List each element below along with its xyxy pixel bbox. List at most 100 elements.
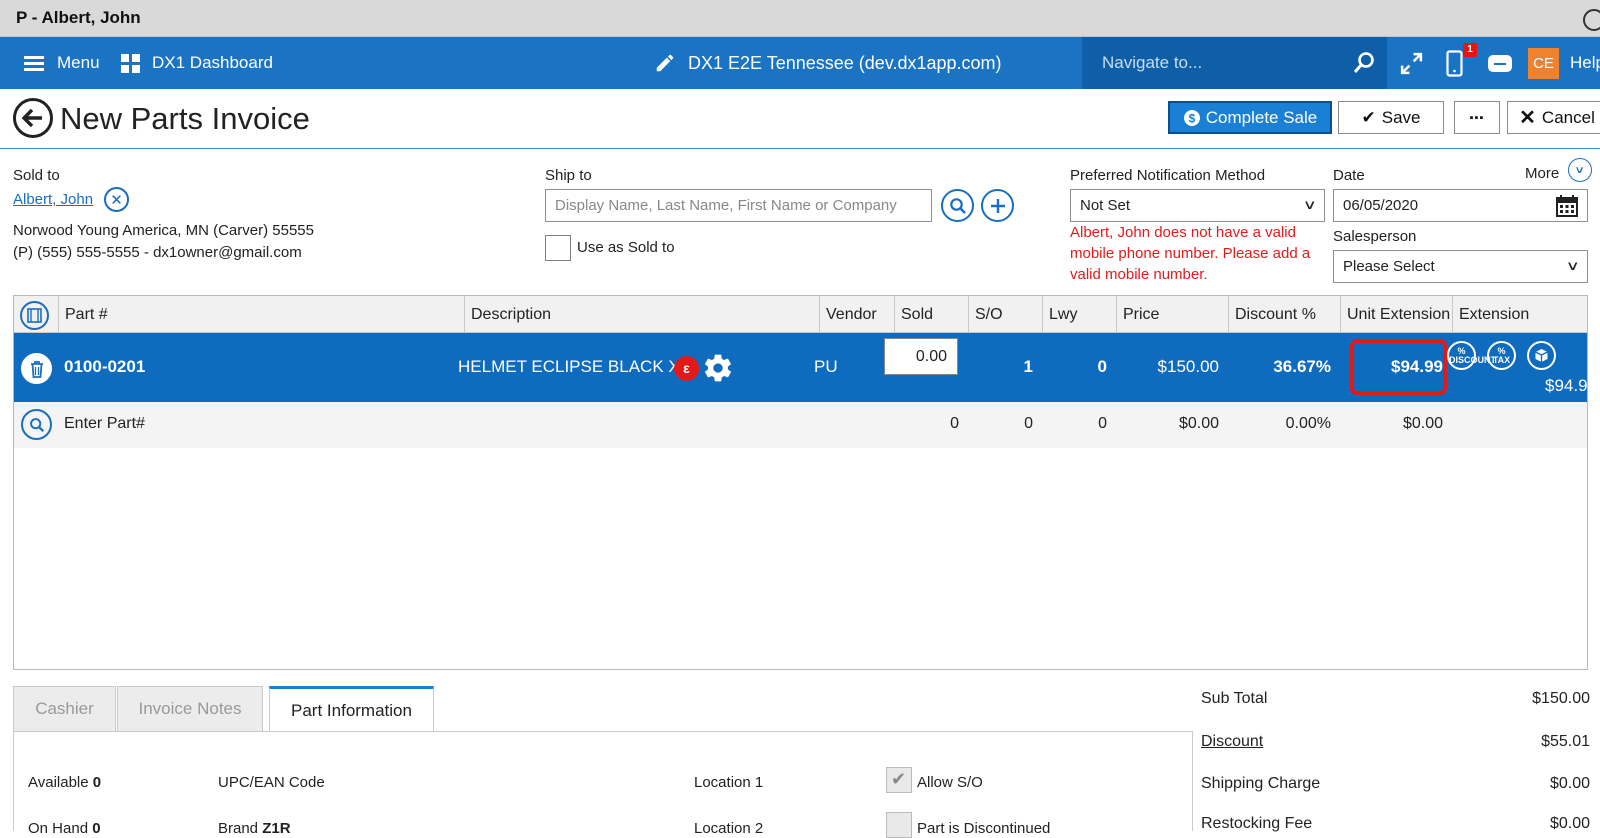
menu-button[interactable]: Menu [24, 37, 100, 89]
new-row-sold: 0 [950, 415, 959, 432]
location1-label: Location 1 [694, 774, 764, 791]
more-actions-button[interactable]: ▪▪▪ [1454, 101, 1500, 134]
subtotal-value: $150.00 [1532, 690, 1590, 707]
tax-button[interactable]: % TAX [1487, 341, 1516, 370]
arrow-left-icon [21, 108, 42, 128]
chat-icon[interactable] [1487, 53, 1513, 75]
ship-to-search-button[interactable] [941, 189, 974, 222]
tab-cashier[interactable]: Cashier [13, 686, 116, 732]
hamburger-icon [24, 53, 44, 74]
ellipsis-icon: ▪▪▪ [1469, 111, 1485, 124]
tab-invoice-notes[interactable]: Invoice Notes [117, 686, 263, 732]
cancel-button[interactable]: ✕ Cancel [1507, 101, 1600, 134]
page-header: New Parts Invoice $ Complete Sale ✔ Save… [0, 89, 1600, 149]
sold-qty-input[interactable]: 0.00 [884, 338, 958, 375]
use-as-sold-to-checkbox[interactable] [545, 235, 571, 261]
allow-so-checkbox[interactable]: ✔ [886, 767, 912, 793]
column-chooser-button[interactable] [20, 301, 49, 330]
shipping-value: $0.00 [1549, 775, 1590, 792]
chevron-down-icon: ∨ [1566, 258, 1581, 273]
new-row-lwy: 0 [1098, 415, 1107, 432]
notification-badge: 1 [1463, 43, 1477, 57]
dashboard-link[interactable]: DX1 Dashboard [121, 37, 273, 89]
date-label: Date [1333, 167, 1365, 184]
new-row-unit-extension: $0.00 [1402, 415, 1443, 432]
trash-icon [30, 360, 43, 378]
dashboard-grid-icon [121, 53, 140, 73]
ship-to-add-button[interactable] [981, 189, 1014, 222]
discount-button[interactable]: % DISCOUNT [1447, 341, 1496, 370]
navigate-input[interactable] [1102, 51, 1332, 75]
user-avatar[interactable]: CE [1528, 48, 1559, 79]
clear-customer-button[interactable]: ✕ [104, 187, 129, 212]
chevron-down-icon: ∨ [1303, 197, 1318, 212]
col-vendor[interactable]: Vendor [819, 296, 894, 333]
complete-sale-label: Complete Sale [1205, 107, 1318, 127]
restocking-value: $0.00 [1549, 815, 1590, 832]
onhand-label: On Hand [28, 820, 89, 837]
sold-to-address: Norwood Young America, MN (Carver) 55555 [13, 222, 314, 239]
col-price[interactable]: Price [1116, 296, 1228, 333]
dealer-selector[interactable]: DX1 E2E Tennessee (dev.dx1app.com) [654, 37, 1002, 89]
restocking-label: Restocking Fee [1201, 815, 1313, 832]
calendar-icon[interactable] [1555, 194, 1579, 218]
expand-icon[interactable] [1399, 51, 1424, 76]
menu-label: Menu [57, 53, 100, 72]
discontinued-checkbox[interactable] [886, 812, 912, 838]
col-lwy[interactable]: Lwy [1042, 296, 1116, 333]
available-label: Available [28, 774, 89, 791]
col-part-number[interactable]: Part # [58, 296, 464, 333]
delete-row-button[interactable] [21, 353, 52, 384]
discount-link[interactable]: Discount [1201, 733, 1263, 751]
row-extension: $94.99 [1545, 376, 1597, 395]
package-button[interactable] [1527, 341, 1556, 370]
check-icon: ✔ [891, 769, 907, 789]
ship-to-input[interactable]: Display Name, Last Name, First Name or C… [545, 189, 932, 222]
location2-label: Location 2 [694, 820, 764, 837]
salesperson-select[interactable]: Please Select ∨ [1333, 250, 1588, 283]
use-as-sold-to-label: Use as Sold to [577, 239, 675, 256]
onhand-value: 0 [92, 820, 101, 837]
date-value: 06/05/2020 [1343, 197, 1419, 214]
row-part-number[interactable]: 0100-0201 [64, 357, 145, 377]
window-titlebar: P - Albert, John [0, 0, 1600, 37]
more-chevron-icon[interactable]: ∨ [1568, 158, 1592, 182]
col-extension[interactable]: Extension [1452, 296, 1600, 333]
help-link[interactable]: Help [1570, 37, 1600, 89]
col-description[interactable]: Description [464, 296, 819, 333]
sold-to-customer-link[interactable]: Albert, John [13, 191, 93, 208]
notification-error: Albert, John does not have a valid mobil… [1070, 224, 1311, 283]
col-so[interactable]: S/O [968, 296, 1042, 333]
gear-icon[interactable] [702, 352, 734, 384]
date-input[interactable]: 06/05/2020 [1333, 189, 1588, 222]
pencil-icon [656, 54, 674, 72]
more-toggle[interactable]: More [1525, 165, 1559, 182]
brand-label: Brand [218, 820, 259, 837]
complete-sale-button[interactable]: $ Complete Sale [1168, 101, 1332, 134]
col-discount[interactable]: Discount % [1228, 296, 1340, 333]
mobile-phone-icon[interactable] [1446, 50, 1463, 77]
row-lwy: 0 [1097, 357, 1107, 376]
save-button[interactable]: ✔ Save [1338, 101, 1444, 134]
check-icon: ✔ [1361, 107, 1376, 127]
new-row-so: 0 [1024, 415, 1033, 432]
cancel-label: Cancel [1541, 107, 1595, 127]
navigate-search [1082, 37, 1387, 89]
window-control-button[interactable] [1583, 9, 1600, 31]
part-search-button[interactable] [21, 409, 52, 440]
available-value: 0 [92, 774, 102, 791]
search-icon[interactable] [1352, 51, 1376, 75]
film-icon [27, 308, 42, 323]
new-row-price: $0.00 [1178, 415, 1219, 432]
enter-part-input[interactable]: Enter Part# [64, 415, 145, 433]
back-button[interactable] [13, 98, 53, 138]
col-unit-extension[interactable]: Unit Extension [1340, 296, 1452, 333]
col-sold[interactable]: Sold [894, 296, 968, 333]
supersede-icon[interactable]: ε [674, 356, 699, 381]
new-part-row: Enter Part# 0 0 0 $0.00 0.00% $0.00 [14, 402, 1587, 448]
notification-method-select[interactable]: Not Set ∨ [1070, 189, 1325, 222]
svg-text:$: $ [1188, 111, 1195, 125]
row-discount: 36.67% [1273, 357, 1331, 376]
tab-part-information[interactable]: Part Information [269, 686, 434, 732]
upc-label: UPC/EAN Code [218, 774, 325, 791]
